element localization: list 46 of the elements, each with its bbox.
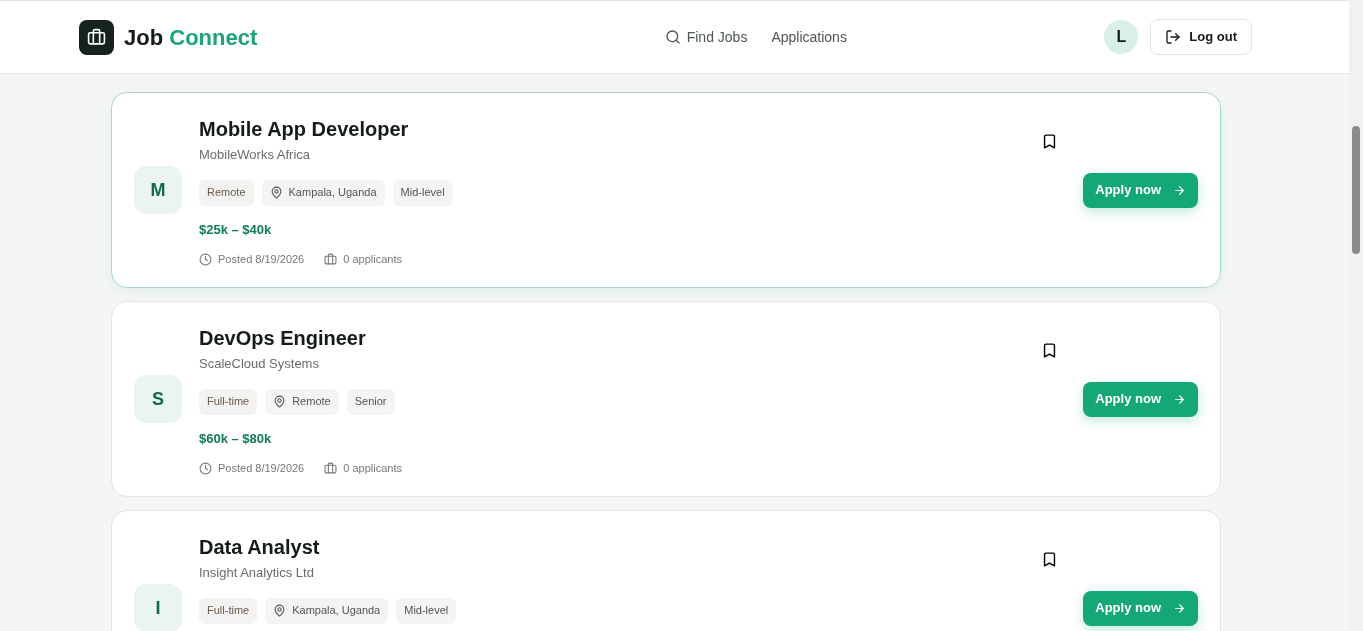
- location-pin-icon: [269, 186, 283, 199]
- company-name: ScaleCloud Systems: [199, 355, 320, 373]
- nav-link[interactable]: Applications: [771, 26, 847, 48]
- brand-name[interactable]: Job Connect: [124, 20, 258, 54]
- job-tag: Mid-level: [392, 179, 453, 206]
- logout-icon: [1165, 29, 1182, 45]
- location-pin-icon: [273, 604, 287, 617]
- job-tag: Full-time: [199, 597, 258, 624]
- company-initial: I: [134, 584, 182, 631]
- nav-link[interactable]: Find Jobs: [664, 26, 748, 48]
- logout-button[interactable]: Log out: [1150, 19, 1252, 55]
- job-tag: Senior: [346, 388, 395, 415]
- user-avatar[interactable]: L: [1104, 20, 1139, 54]
- arrow-right-icon: [1173, 601, 1186, 615]
- salary-range: $60k – $80k: [199, 429, 273, 448]
- job-tag: Remote: [265, 388, 339, 415]
- company-name: MobileWorks Africa: [199, 146, 311, 164]
- job-tag: Kampala, Uganda: [265, 597, 389, 624]
- bookmark-icon: [1041, 551, 1058, 568]
- job-tag: Kampala, Uganda: [261, 179, 385, 206]
- search-icon: [664, 29, 681, 45]
- job-tag: Full-time: [199, 388, 258, 415]
- company-name: Insight Analytics Ltd: [199, 564, 315, 582]
- arrow-right-icon: [1173, 183, 1186, 197]
- salary-range: $25k – $40k: [199, 220, 273, 239]
- arrow-right-icon: [1173, 392, 1186, 406]
- job-tag: Mid-level: [396, 597, 457, 624]
- posted-date: Posted 8/19/2026: [218, 461, 305, 476]
- location-pin-icon: [273, 395, 287, 408]
- job-title[interactable]: Data Analyst: [199, 533, 1084, 561]
- bookmark-icon: [1041, 342, 1058, 359]
- job-tag: Remote: [199, 179, 254, 206]
- clock-icon: [199, 461, 212, 475]
- briefcase-icon: [324, 461, 338, 475]
- job-title[interactable]: DevOps Engineer: [199, 324, 1084, 352]
- clock-icon: [199, 252, 212, 266]
- posted-date: Posted 8/19/2026: [218, 252, 305, 267]
- applicant-count: 0 applicants: [343, 252, 402, 267]
- scrollbar[interactable]: [1349, 0, 1363, 631]
- bookmark-icon: [1041, 133, 1058, 150]
- briefcase-logo-icon: [79, 19, 114, 55]
- company-initial: M: [134, 166, 182, 214]
- job-title[interactable]: Mobile App Developer: [199, 115, 1084, 143]
- company-initial: S: [134, 375, 182, 423]
- applicant-count: 0 applicants: [343, 461, 402, 476]
- briefcase-icon: [324, 252, 338, 266]
